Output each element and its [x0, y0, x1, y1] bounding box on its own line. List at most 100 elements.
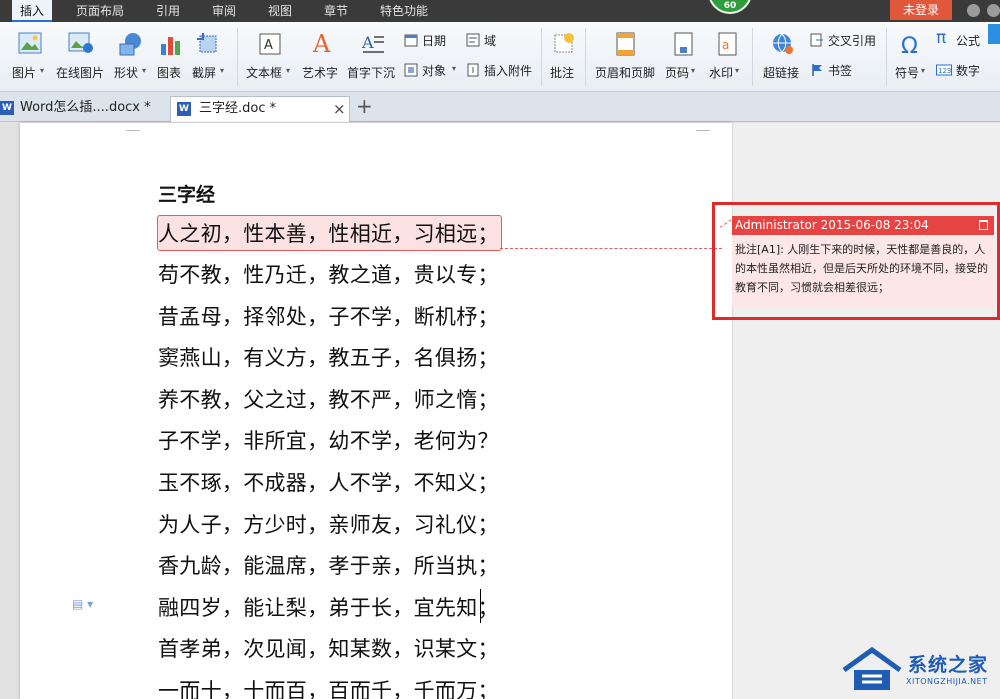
tab-word-insert-doc[interactable]: W Word怎么插....docx *: [0, 96, 166, 122]
comment-text[interactable]: 批注[A1]: 人刚生下来的时候，天性都是善良的，人的本性虽然相近，但是后天所处…: [735, 240, 993, 297]
svg-text:a: a: [722, 38, 729, 52]
crop-mark: [696, 121, 710, 131]
comment-connector-line: [500, 248, 722, 249]
dropcap-icon: A: [361, 33, 384, 53]
tab-word-insert-doc-label: Word怎么插....docx *: [20, 100, 151, 115]
menu-tab-insert[interactable]: 插入: [12, 0, 53, 22]
house-logo-icon: [842, 646, 902, 690]
menu-tab-section[interactable]: 章节: [316, 0, 356, 22]
text-line: 子不学，非所宜，幼不学，老何为？: [158, 429, 499, 453]
picture-button[interactable]: 图片 ▾: [12, 30, 52, 86]
chevron-down-icon: ▾: [691, 66, 696, 75]
chart-button[interactable]: 图表: [157, 30, 187, 86]
crop-mark: [126, 121, 140, 131]
online-picture-label: 在线图片: [56, 66, 105, 80]
text-line: 养不教，父之过，教不严，师之惰；: [158, 388, 499, 412]
new-tab-button[interactable]: +: [356, 92, 373, 120]
textbox-icon: A: [259, 33, 281, 55]
text-line: 为人子，方少时，亲师友，习礼仪；: [158, 513, 499, 537]
number-icon: 123: [936, 64, 952, 76]
settings-icon[interactable]: [967, 4, 980, 17]
picture-icon: [18, 32, 42, 54]
text-cursor: [480, 589, 481, 623]
dropcap-button[interactable]: A 首字下沉: [347, 30, 399, 86]
comment-header: Administrator 2015-06-08 23:04: [732, 216, 994, 235]
svg-text:A: A: [264, 38, 273, 53]
cloud-sync-icon[interactable]: [988, 24, 1000, 44]
textbox-button[interactable]: A 文本框 ▾: [246, 30, 294, 86]
watermark-label: 水印: [709, 66, 734, 80]
online-picture-button[interactable]: 在线图片: [56, 30, 106, 86]
field-icon: [466, 33, 480, 47]
bookmark-flag-icon: [812, 64, 822, 76]
object-button[interactable]: 对象 ▾: [404, 62, 462, 80]
ribbon-divider: [585, 28, 586, 86]
menu-tab-special-features[interactable]: 特色功能: [372, 0, 436, 22]
cross-reference-button[interactable]: 交叉引用: [810, 32, 882, 50]
date-label: 日期: [422, 34, 447, 48]
formula-label: 公式: [956, 34, 981, 48]
pi-icon: π: [936, 28, 947, 48]
wordart-button[interactable]: A 艺术字: [302, 30, 342, 86]
insert-attachment-button[interactable]: 插入附件: [466, 62, 536, 80]
text-line: 昔孟母，择邻处，子不学，断机杼；: [158, 305, 499, 329]
svg-text:A: A: [361, 33, 374, 52]
page-number-label: 页码: [665, 66, 690, 80]
watermark-button[interactable]: a 水印 ▾: [709, 30, 745, 86]
watermark-url: XITONGZHIJIA.NET: [906, 677, 988, 686]
commented-text-line[interactable]: 人之初，性本善，性相近，习相远；: [157, 215, 502, 251]
page-number-icon: [674, 32, 693, 56]
header-footer-button[interactable]: 页眉和页脚: [595, 30, 657, 86]
delete-comment-icon[interactable]: [979, 220, 988, 230]
svg-text:Ω: Ω: [901, 34, 918, 56]
comment-balloon[interactable]: Administrator 2015-06-08 23:04 批注[A1]: 人…: [732, 216, 994, 307]
cross-reference-icon: [810, 33, 823, 47]
paragraph-options-icon[interactable]: ▤ ▾: [72, 597, 93, 611]
chart-icon: [161, 37, 180, 55]
comment-author-date: Administrator 2015-06-08 23:04: [735, 218, 929, 232]
watermark-site-name: 系统之家: [908, 654, 989, 676]
menu-tab-page-layout[interactable]: 页面布局: [68, 0, 132, 22]
ribbon-divider: [237, 28, 238, 86]
help-icon[interactable]: [987, 4, 1000, 17]
shape-icon: [119, 33, 141, 56]
omega-icon: Ω: [901, 34, 918, 56]
chevron-down-icon: ▾: [286, 66, 291, 75]
menu-tab-review[interactable]: 审阅: [204, 0, 244, 22]
bookmark-button[interactable]: 书签: [810, 62, 860, 80]
number-label: 数字: [956, 64, 981, 78]
attachment-icon: [467, 63, 479, 77]
hyperlink-button[interactable]: 超链接: [763, 30, 803, 86]
comment-button[interactable]: 批注: [548, 30, 580, 86]
page-number-button[interactable]: 页码 ▾: [665, 30, 701, 86]
field-button[interactable]: 域: [466, 32, 506, 50]
word-doc-icon: W: [0, 101, 14, 115]
shape-label: 形状: [114, 66, 139, 80]
comment-label: 批注: [550, 66, 575, 80]
chevron-down-icon: ▾: [452, 64, 457, 73]
object-label: 对象: [422, 64, 447, 78]
chevron-down-icon: ▾: [142, 66, 147, 75]
formula-button[interactable]: π 公式: [936, 28, 986, 50]
date-button[interactable]: 日期: [404, 32, 460, 50]
close-icon[interactable]: ×: [333, 97, 346, 121]
svg-text:A: A: [312, 30, 331, 56]
tab-sanzijing-doc[interactable]: W 三字经.doc * ×: [170, 96, 350, 122]
score-badge[interactable]: 60: [708, 0, 752, 14]
screenshot-icon: [197, 33, 217, 53]
header-footer-label: 页眉和页脚: [595, 66, 656, 80]
header-footer-icon: [616, 32, 635, 56]
symbol-button[interactable]: Ω 符号 ▾: [893, 30, 929, 86]
login-button[interactable]: 未登录: [890, 0, 952, 20]
wordart-label: 艺术字: [302, 66, 339, 80]
screenshot-button[interactable]: 截屏 ▾: [192, 30, 228, 86]
document-title: 三字经: [158, 184, 216, 206]
shape-button[interactable]: 形状 ▾: [114, 30, 150, 86]
text-line: 一而十，十而百，百而千，千而万；: [158, 679, 499, 699]
ribbon-divider: [752, 28, 753, 86]
menu-tab-references[interactable]: 引用: [148, 0, 188, 22]
chevron-down-icon: ▾: [220, 66, 225, 75]
menu-tab-view[interactable]: 视图: [260, 0, 300, 22]
document-page[interactable]: 三字经 人之初，性本善，性相近，习相远； 苟不教，性乃迁，教之道，贵以专； 昔孟…: [20, 121, 749, 699]
number-button[interactable]: 123 数字: [936, 62, 986, 80]
